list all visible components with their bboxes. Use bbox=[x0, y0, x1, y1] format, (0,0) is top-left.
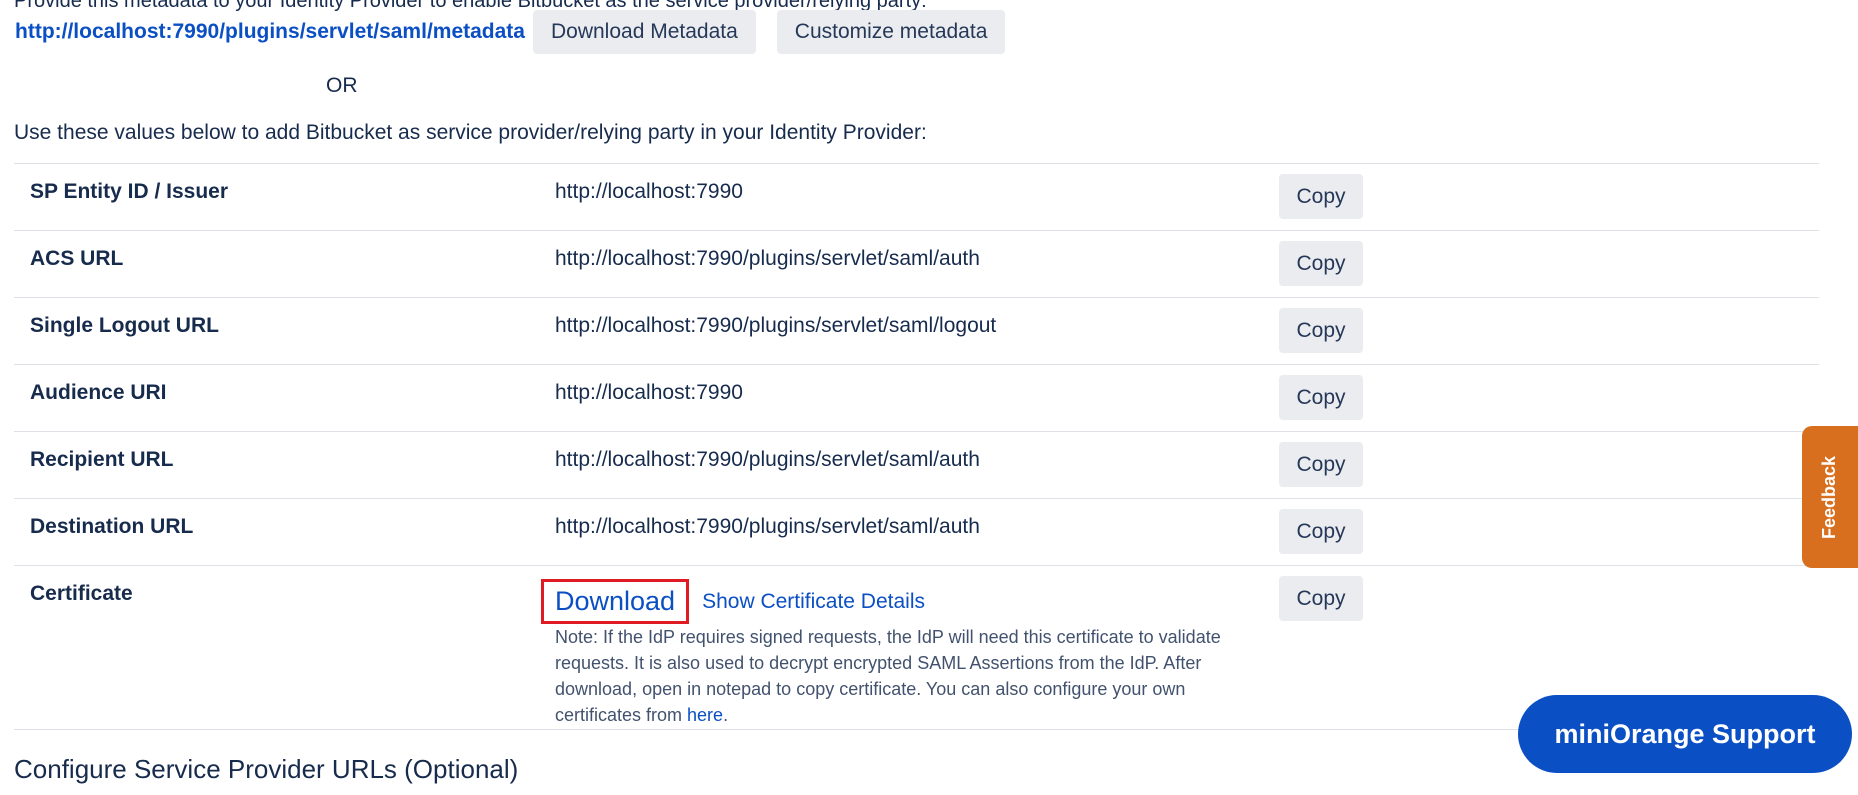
feedback-tab[interactable]: Feedback bbox=[1802, 426, 1858, 568]
row-value: http://localhost:7990/plugins/servlet/sa… bbox=[555, 297, 1279, 365]
table-row-audience-uri: Audience URI http://localhost:7990 Copy bbox=[14, 364, 1819, 432]
sp-values-table: SP Entity ID / Issuer http://localhost:7… bbox=[14, 163, 1819, 730]
copy-recipient-url-button[interactable]: Copy bbox=[1279, 442, 1363, 487]
copy-cell: Copy bbox=[1279, 364, 1819, 432]
copy-cell: Copy bbox=[1279, 498, 1819, 566]
certificate-cell: Download Show Certificate Details Note: … bbox=[541, 565, 1279, 730]
miniorange-support-button[interactable]: miniOrange Support bbox=[1518, 695, 1852, 773]
section-title: Configure Service Provider URLs (Optiona… bbox=[14, 754, 519, 784]
certificate-note-text: Note: If the IdP requires signed request… bbox=[555, 627, 1221, 725]
row-label: Certificate bbox=[14, 565, 555, 730]
show-certificate-details-link[interactable]: Show Certificate Details bbox=[702, 590, 925, 614]
copy-single-logout-url-button[interactable]: Copy bbox=[1279, 308, 1363, 353]
certificate-actions: Download Show Certificate Details bbox=[541, 579, 1279, 624]
copy-sp-entity-id-button[interactable]: Copy bbox=[1279, 174, 1363, 219]
copy-cell: Copy bbox=[1279, 431, 1819, 499]
copy-audience-uri-button[interactable]: Copy bbox=[1279, 375, 1363, 420]
copy-acs-url-button[interactable]: Copy bbox=[1279, 241, 1363, 286]
intro-text: Use these values below to add Bitbucket … bbox=[14, 121, 927, 144]
download-metadata-button[interactable]: Download Metadata bbox=[532, 10, 756, 54]
table-row-acs-url: ACS URL http://localhost:7990/plugins/se… bbox=[14, 230, 1819, 298]
or-separator: OR bbox=[326, 74, 358, 97]
row-value: http://localhost:7990/plugins/servlet/sa… bbox=[555, 230, 1279, 298]
download-certificate-link[interactable]: Download bbox=[541, 579, 690, 624]
copy-cell: Copy bbox=[1279, 163, 1819, 231]
table-row-single-logout-url: Single Logout URL http://localhost:7990/… bbox=[14, 297, 1819, 365]
row-label: Destination URL bbox=[14, 498, 555, 566]
certificate-here-link[interactable]: here bbox=[687, 705, 723, 725]
row-label: Single Logout URL bbox=[14, 297, 555, 365]
row-value: http://localhost:7990/plugins/servlet/sa… bbox=[555, 431, 1279, 499]
table-row-recipient-url: Recipient URL http://localhost:7990/plug… bbox=[14, 431, 1819, 499]
row-label: Audience URI bbox=[14, 364, 555, 432]
row-value: http://localhost:7990 bbox=[555, 163, 1279, 231]
row-value: http://localhost:7990/plugins/servlet/sa… bbox=[555, 498, 1279, 566]
table-row-sp-entity-id: SP Entity ID / Issuer http://localhost:7… bbox=[14, 163, 1819, 231]
feedback-label: Feedback bbox=[1819, 455, 1840, 539]
copy-cell: Copy bbox=[1279, 297, 1819, 365]
copy-certificate-button[interactable]: Copy bbox=[1279, 576, 1363, 621]
row-value: http://localhost:7990 bbox=[555, 364, 1279, 432]
page: Provide this metadata to your Identity P… bbox=[0, 0, 1858, 795]
customize-metadata-button[interactable]: Customize metadata bbox=[776, 10, 1006, 54]
table-row-destination-url: Destination URL http://localhost:7990/pl… bbox=[14, 498, 1819, 566]
copy-cell: Copy bbox=[1279, 230, 1819, 298]
metadata-row: http://localhost:7990/plugins/servlet/sa… bbox=[15, 10, 1026, 54]
certificate-note: Note: If the IdP requires signed request… bbox=[555, 624, 1255, 728]
copy-destination-url-button[interactable]: Copy bbox=[1279, 509, 1363, 554]
row-label: SP Entity ID / Issuer bbox=[14, 163, 555, 231]
row-label: Recipient URL bbox=[14, 431, 555, 499]
row-label: ACS URL bbox=[14, 230, 555, 298]
certificate-note-end: . bbox=[723, 705, 729, 725]
metadata-url-link[interactable]: http://localhost:7990/plugins/servlet/sa… bbox=[15, 20, 525, 44]
